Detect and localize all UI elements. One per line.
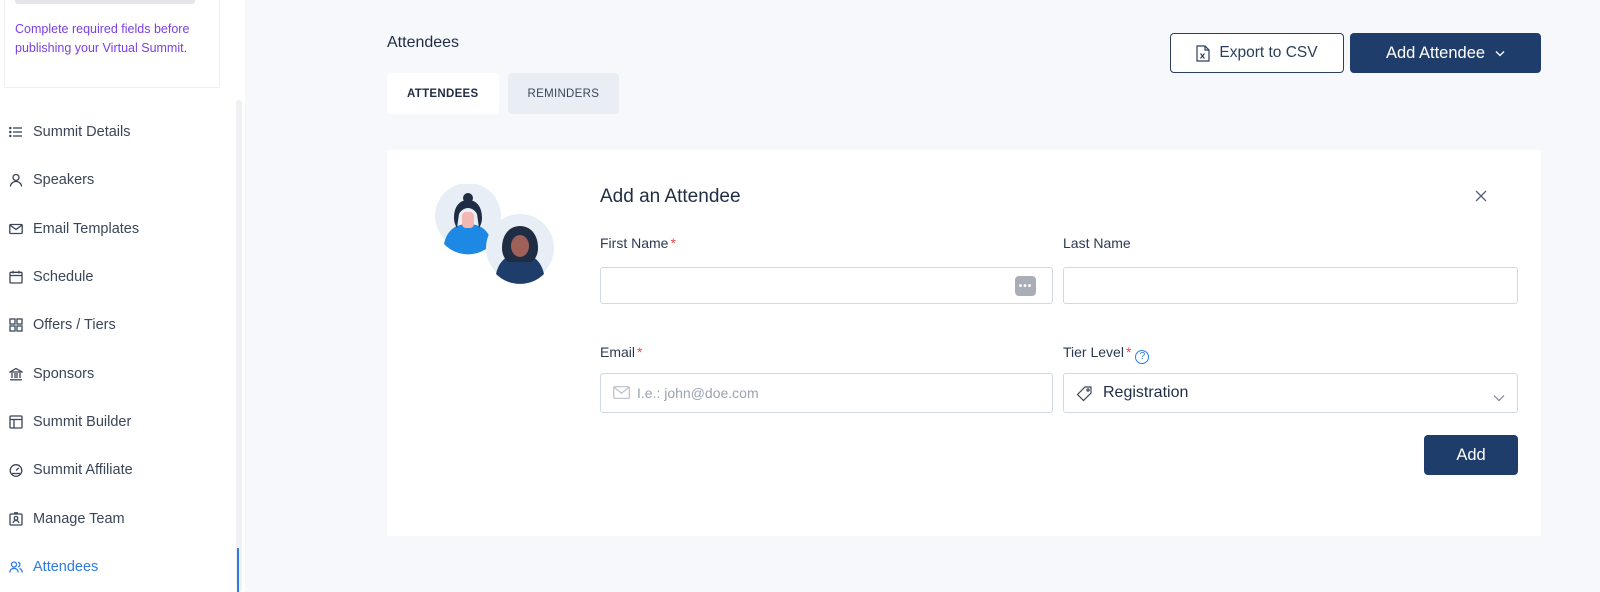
- sidebar-item-label: Summit Details: [33, 124, 131, 141]
- list-icon: [8, 124, 24, 140]
- required-mark: *: [670, 235, 676, 251]
- sidebar-item-summit-affiliate[interactable]: Summit Affiliate: [0, 446, 240, 494]
- required-mark: *: [637, 344, 643, 360]
- tier-level-label-text: Tier Level: [1063, 344, 1124, 360]
- sidebar-scrollbar[interactable]: [236, 100, 242, 592]
- export-csv-label: Export to CSV: [1219, 44, 1318, 61]
- add-attendee-label: Add Attendee: [1385, 43, 1486, 62]
- tab-attendees[interactable]: ATTENDEES: [387, 73, 499, 114]
- email-label-text: Email: [600, 344, 636, 360]
- email-label: Email *: [600, 344, 642, 360]
- csv-file-icon: [1196, 44, 1210, 62]
- calendar-icon: [8, 269, 24, 285]
- page-title: Attendees: [387, 34, 460, 51]
- user-icon: [8, 172, 24, 188]
- last-name-input[interactable]: [1064, 268, 1517, 303]
- sidebar-item-speakers[interactable]: Speakers: [0, 156, 240, 204]
- first-name-label: First Name *: [600, 235, 676, 251]
- sidebar-item-label: Summit Builder: [33, 413, 132, 430]
- sidebar-item-manage-team[interactable]: Manage Team: [0, 494, 240, 542]
- form-title: Add an Attendee: [600, 186, 741, 207]
- attendees-illustration: [432, 183, 557, 284]
- email-field[interactable]: [600, 373, 1053, 413]
- publish-notice: Complete required fields before publishi…: [4, 0, 220, 88]
- offers-icon: [8, 317, 24, 333]
- sidebar-item-label: Manage Team: [33, 510, 125, 527]
- chevron-down-icon: [1493, 389, 1505, 402]
- sidebar-item-label: Offers / Tiers: [33, 317, 116, 334]
- sidebar-item-email-templates[interactable]: Email Templates: [0, 205, 240, 253]
- close-icon[interactable]: [1473, 188, 1489, 204]
- notice-progress-bar: [15, 0, 195, 4]
- sidebar-item-schedule[interactable]: Schedule: [0, 253, 240, 301]
- add-attendee-card: Add an Attendee First Name * ••• Last Nam…: [387, 150, 1541, 536]
- email-input[interactable]: [601, 374, 1052, 412]
- mail-icon: [613, 386, 630, 399]
- tier-level-value: Registration: [1103, 384, 1189, 401]
- sidebar-item-label: Attendees: [33, 558, 99, 575]
- tier-level-label: Tier Level *?: [1063, 344, 1150, 364]
- sidebar-item-label: Sponsors: [33, 365, 95, 382]
- first-name-label-text: First Name: [600, 235, 669, 251]
- first-name-input[interactable]: [601, 268, 1052, 303]
- sidebar-item-label: Schedule: [33, 269, 94, 286]
- sidebar-item-label: Email Templates: [33, 220, 140, 237]
- sidebar-item-summit-details[interactable]: Summit Details: [0, 108, 240, 156]
- sidebar-item-attendees[interactable]: Attendees: [0, 543, 240, 591]
- tier-level-select[interactable]: Registration: [1063, 373, 1518, 413]
- layout-icon: [8, 414, 24, 430]
- required-mark: *: [1125, 344, 1132, 360]
- team-icon: [8, 511, 24, 527]
- sidebar-nav: Summit Details Speakers Email Templates …: [0, 108, 240, 591]
- sidebar-item-label: Speakers: [33, 172, 95, 189]
- active-nav-indicator: [237, 548, 239, 592]
- sidebar-item-summit-builder[interactable]: Summit Builder: [0, 398, 240, 446]
- add-attendee-button[interactable]: Add Attendee: [1350, 33, 1541, 73]
- notice-text: Complete required fields before publishi…: [15, 22, 190, 55]
- first-name-field[interactable]: •••: [600, 267, 1053, 304]
- add-button[interactable]: Add: [1424, 435, 1518, 475]
- tab-reminders[interactable]: REMINDERS: [507, 73, 620, 114]
- attendees-icon: [8, 559, 24, 575]
- sidebar-item-sponsors[interactable]: Sponsors: [0, 349, 240, 397]
- sidebar-item-offers-tiers[interactable]: Offers / Tiers: [0, 301, 240, 349]
- sidebar-item-label: Summit Affiliate: [33, 462, 133, 479]
- chevron-down-icon: [1495, 50, 1505, 57]
- mail-icon: [8, 221, 24, 237]
- help-icon[interactable]: ?: [1135, 349, 1150, 364]
- gauge-icon: [8, 462, 24, 478]
- bank-icon: [8, 366, 24, 382]
- tab-bar: ATTENDEES REMINDERS: [387, 73, 620, 114]
- sidebar: Complete required fields before publishi…: [0, 0, 245, 592]
- last-name-label: Last Name: [1063, 235, 1131, 251]
- tag-icon: [1076, 385, 1093, 402]
- last-name-field[interactable]: [1063, 267, 1518, 304]
- export-csv-button[interactable]: Export to CSV: [1170, 33, 1344, 73]
- password-manager-icon[interactable]: •••: [1015, 276, 1036, 296]
